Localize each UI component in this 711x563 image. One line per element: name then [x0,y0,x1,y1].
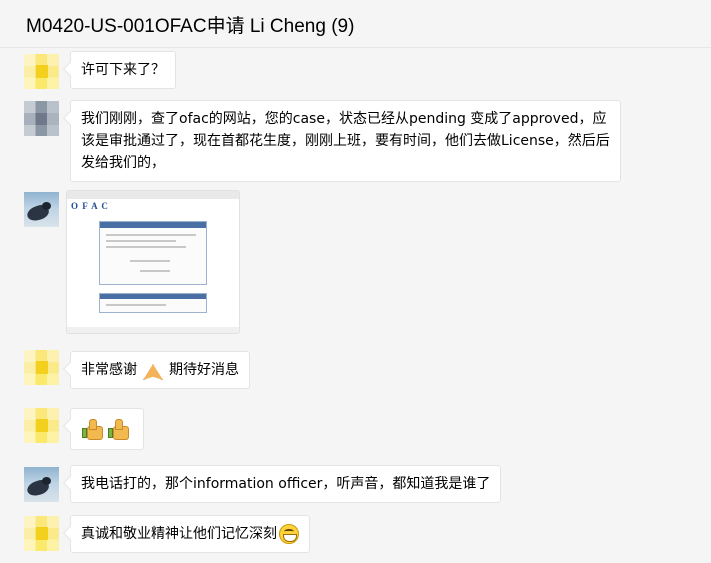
message-text: 真诚和敬业精神让他们记忆深刻 [81,526,277,542]
screenshot-titlebar [67,191,239,199]
grin-emoji-icon [279,524,299,544]
message-text: 许可下来了？ [81,62,165,78]
pray-emoji-icon [141,360,163,380]
message-list[interactable]: 许可下来了？ 我们刚刚，查了ofac的网站，您的case，状态已经从pendin… [0,49,711,563]
screenshot-panel [99,293,207,313]
avatar[interactable] [24,192,59,227]
avatar[interactable] [24,101,59,136]
avatar[interactable] [24,467,59,502]
avatar[interactable] [24,408,59,443]
message-text: 发给我们的， [81,155,165,171]
ofac-logo: O F A C [71,201,109,211]
chat-title: M0420-US-001OFAC申请 Li Cheng (9) [26,16,355,37]
message-bubble[interactable]: 我们刚刚，查了ofac的网站，您的case，状态已经从pending 变成了ap… [70,100,621,182]
image-message[interactable]: O F A C [66,190,240,334]
message-text: 非常感谢 [81,362,137,378]
message-bubble[interactable]: 许可下来了？ [70,51,176,89]
message-bubble[interactable] [70,408,144,450]
message-text: 该是审批通过了，现在首都花生度，刚刚上班，要有时间，他们去做License，然后… [81,133,610,149]
avatar[interactable] [24,516,59,551]
message-text: 我们刚刚，查了ofac的网站，您的case，状态已经从pending 变成了ap… [81,111,607,127]
message-bubble[interactable]: 我电话打的，那个information officer，听声音，都知道我是谁了 [70,465,502,503]
screenshot-panel [99,221,207,285]
message-bubble[interactable]: 真诚和敬业精神让他们记忆深刻 [70,515,310,553]
avatar[interactable] [24,54,59,89]
message-text: 期待好消息 [169,362,239,378]
message-bubble[interactable]: 非常感谢 期待好消息 [70,351,250,389]
chat-header: M0420-US-001OFAC申请 Li Cheng (9) [0,0,711,48]
avatar[interactable] [24,350,59,385]
thumbs-up-emoji-icon [107,418,129,440]
thumbs-up-emoji-icon [81,418,103,440]
screenshot-footer [67,327,239,333]
message-text: 我电话打的，那个information officer，听声音，都知道我是谁了 [81,476,491,492]
